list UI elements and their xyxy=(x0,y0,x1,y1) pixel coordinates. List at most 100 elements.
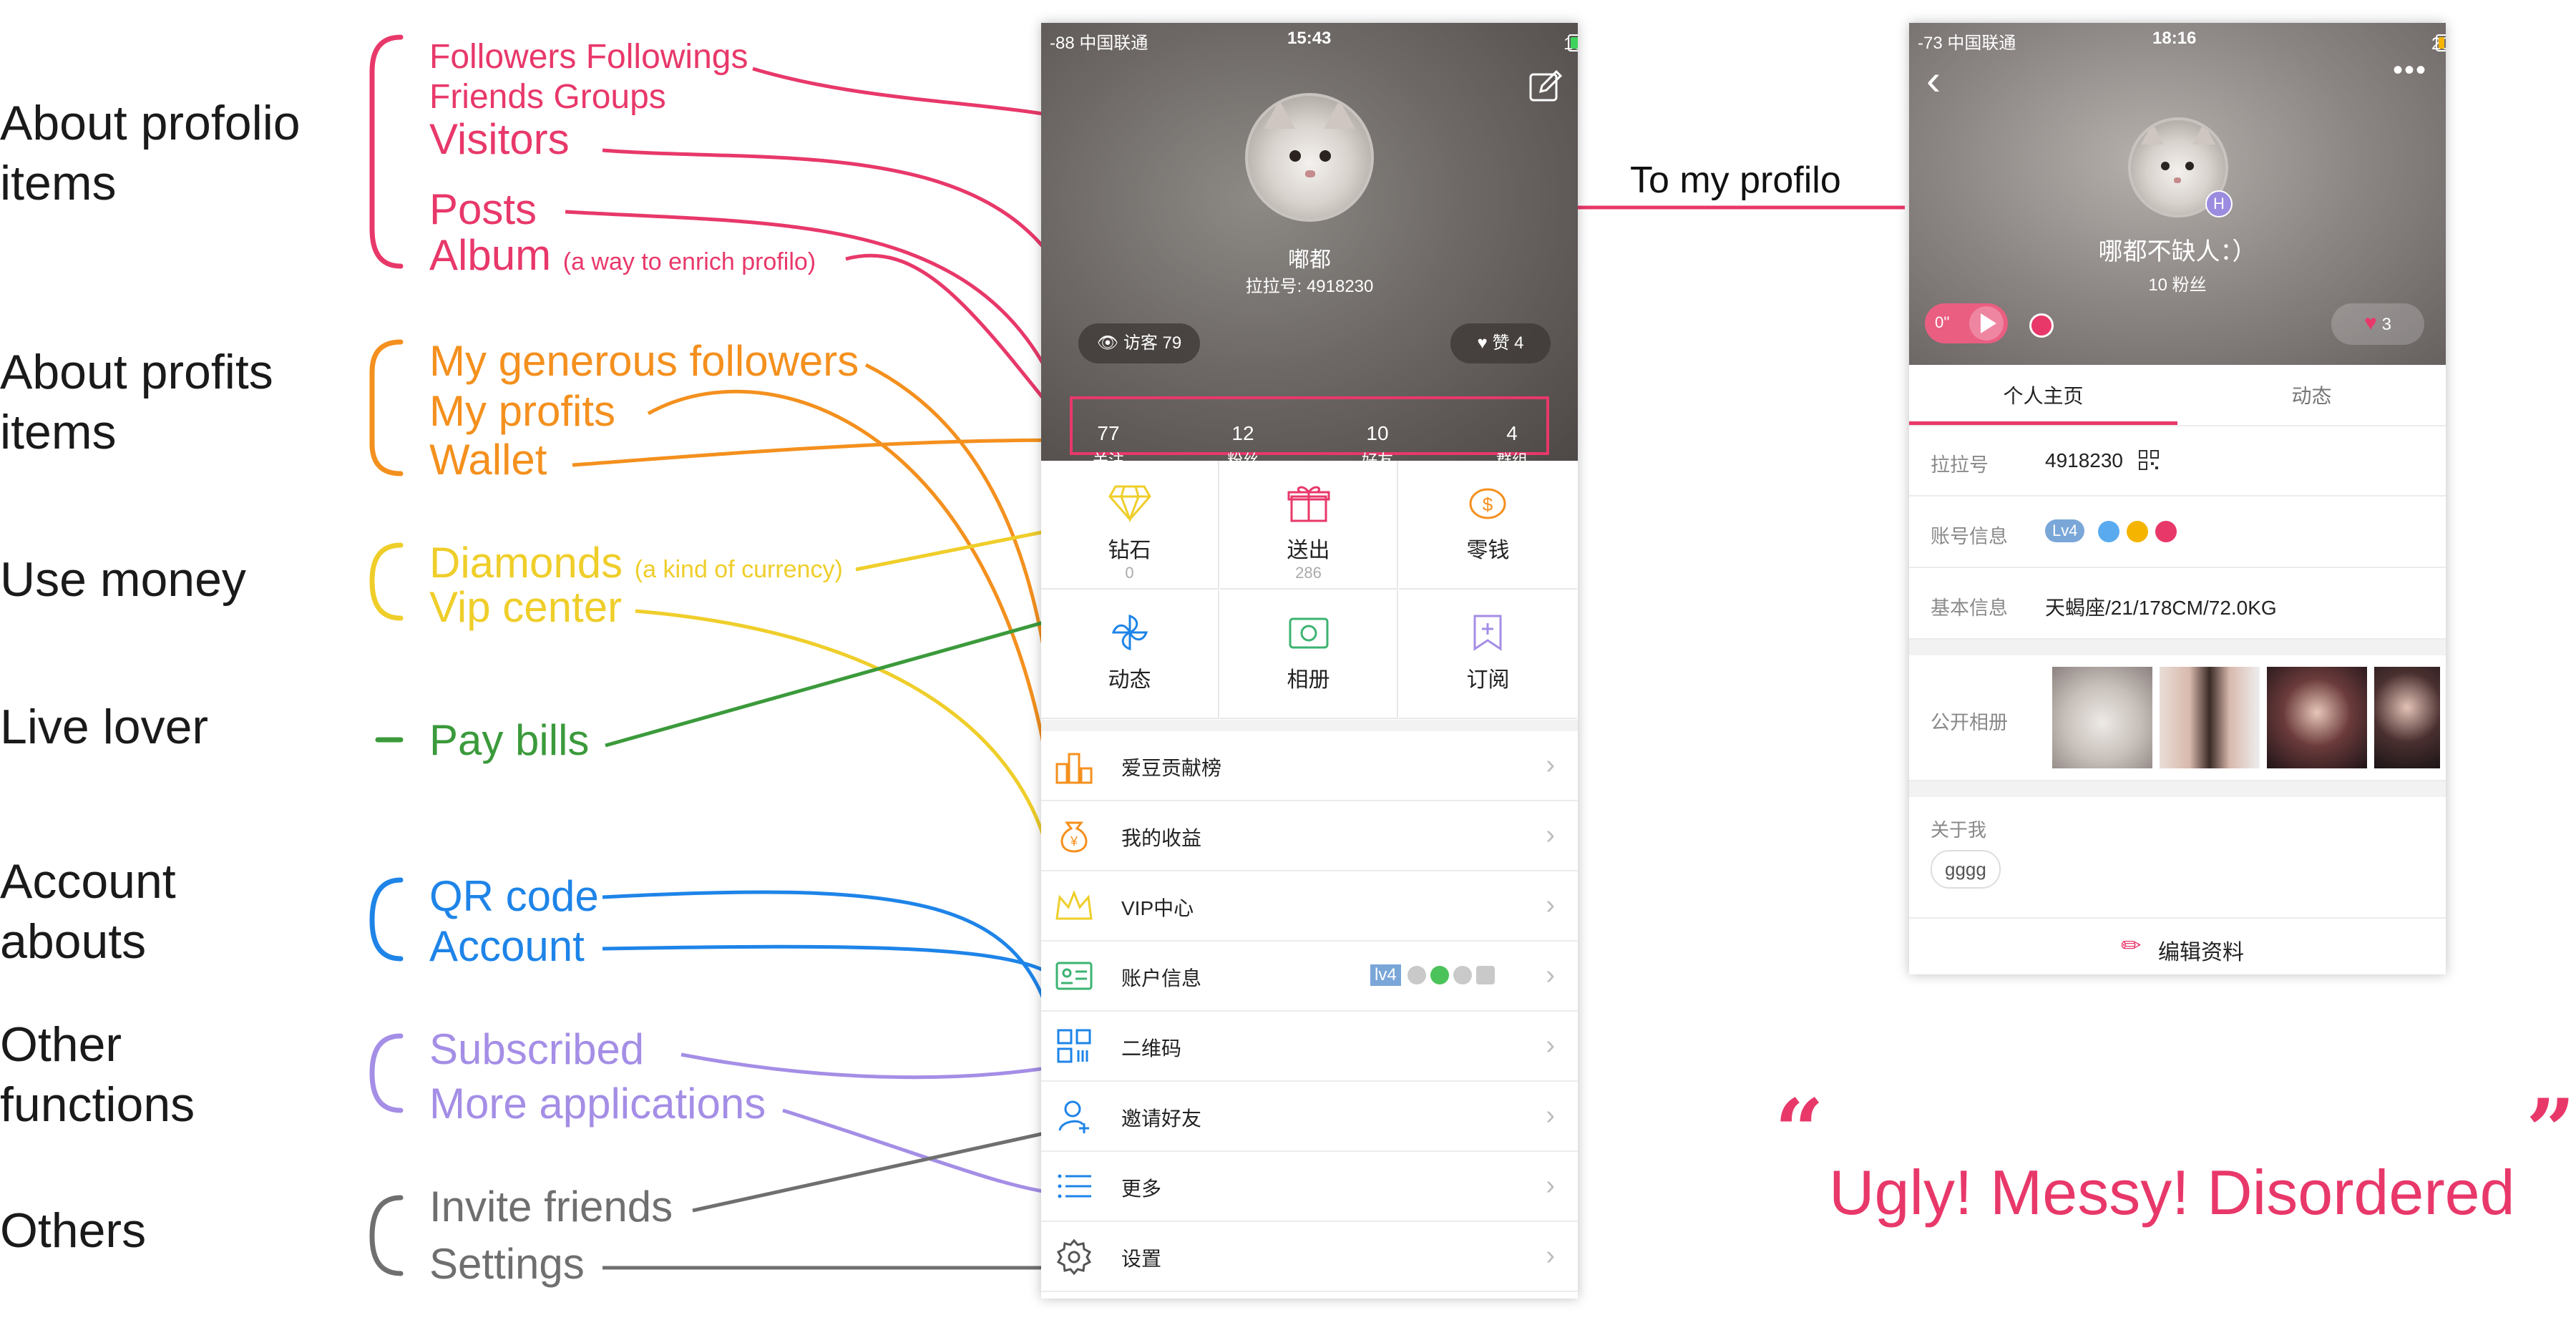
annot-followers: Followers Followings Friends Groups xyxy=(429,38,748,116)
live-badge-icon xyxy=(2155,521,2177,542)
level-badge: lv4 xyxy=(1370,964,1401,986)
grid-album[interactable]: 相册 xyxy=(1220,590,1398,719)
clock: 15:43 xyxy=(1287,29,1332,48)
album-photo[interactable] xyxy=(2160,667,2260,768)
visitors-pill[interactable]: 👁 访客 79 xyxy=(1078,323,1200,363)
more-icon[interactable]: ••• xyxy=(2393,54,2427,87)
pencil-icon: ✏ xyxy=(2121,932,2142,959)
line-generous xyxy=(864,363,1060,766)
grid-moments[interactable]: 动态 xyxy=(1041,590,1219,719)
section-divider xyxy=(1909,640,2446,655)
open-quote: “ xyxy=(1775,1080,1825,1181)
section-divider xyxy=(1041,720,1578,731)
fans-count: 10 粉丝 xyxy=(2148,275,2207,295)
heart-icon: ♥ xyxy=(1477,333,1488,353)
chevron-right-icon: › xyxy=(1546,1170,1555,1201)
profile-id: 拉拉号: 4918230 xyxy=(1245,277,1374,296)
voice-intro[interactable]: 0'' xyxy=(1925,303,2008,343)
row-account-info: 账号信息 Lv4 xyxy=(1909,497,2446,568)
annot-vip: Vip center xyxy=(429,583,623,631)
record-icon[interactable] xyxy=(2029,313,2054,338)
id-card-icon xyxy=(1055,962,1093,990)
annot-account: Account xyxy=(429,922,585,970)
edit-icon[interactable] xyxy=(1526,67,1563,104)
album-photo[interactable] xyxy=(2052,667,2152,768)
line-account xyxy=(602,944,1059,980)
about-me-label: 关于我 xyxy=(1931,819,1987,841)
likes-pill[interactable]: ♥ 赞 4 xyxy=(1450,323,1551,363)
row-earnings[interactable]: ¥ 我的收益 › xyxy=(1041,801,1578,871)
line-profits xyxy=(647,389,1060,839)
wechat-icon xyxy=(1430,966,1449,984)
avatar[interactable] xyxy=(1245,93,1374,222)
grid-subscribe[interactable]: 订阅 xyxy=(1399,590,1577,719)
line-invite xyxy=(692,1128,1058,1213)
phone-profile-page: -73 中国联通 18:16 20% ‹ ••• H 哪都不缺人：） 10 粉丝… xyxy=(1909,23,2446,974)
gender-badge: H xyxy=(2205,190,2233,217)
row-basic-info: 基本信息 天蝎座/21/178CM/72.0KG xyxy=(1909,568,2446,640)
edit-profile-bar[interactable]: ✏ 编辑资料 xyxy=(1909,917,2446,974)
annot-pay-bills: Pay bills xyxy=(429,716,590,764)
close-quote: ” xyxy=(2526,1080,2576,1181)
phone-icon xyxy=(1476,966,1495,984)
line-qr xyxy=(602,890,1060,1050)
carrier-label: -88 中国联通 xyxy=(1050,34,1148,53)
chevron-right-icon: › xyxy=(1546,1100,1555,1130)
row-vip[interactable]: VIP中心 › xyxy=(1041,871,1578,942)
row-invite[interactable]: 邀请好友 › xyxy=(1041,1082,1578,1152)
pinwheel-icon xyxy=(1111,614,1148,651)
about-tag[interactable]: gggg xyxy=(1931,850,2001,889)
grid-sent[interactable]: 送出 286 xyxy=(1220,461,1398,590)
status-bar: -73 中国联通 18:16 20% xyxy=(1909,23,2446,54)
annot-profits: My profits xyxy=(429,387,616,435)
likes-pill[interactable]: ♥ 3 xyxy=(2331,303,2424,345)
mic-icon xyxy=(2098,521,2119,542)
album-photo[interactable] xyxy=(2374,667,2440,768)
annot-album: Album (a way to enrich profilo) xyxy=(429,231,816,279)
money-bag-icon: ¥ xyxy=(1060,821,1088,853)
chevron-right-icon: › xyxy=(1546,890,1555,920)
annot-wallet: Wallet xyxy=(429,436,547,484)
svg-text:$: $ xyxy=(1483,494,1493,515)
verdict-text: Ugly! Messy! Disordered xyxy=(1829,1157,2515,1228)
row-account-info[interactable]: 账户信息 lv4 › xyxy=(1041,942,1578,1012)
row-contribution[interactable]: 爱豆贡献榜 › xyxy=(1041,731,1578,801)
gift-icon xyxy=(1287,486,1330,522)
back-icon[interactable]: ‹ xyxy=(1926,59,1941,102)
gear-icon xyxy=(1056,1238,1092,1275)
bracket-money xyxy=(369,542,404,621)
bracket-others xyxy=(369,1195,404,1276)
clock: 18:16 xyxy=(2152,29,2197,48)
bracket-profolio xyxy=(369,34,404,269)
chevron-right-icon: › xyxy=(1546,960,1555,990)
annot-generous: My generous followers xyxy=(429,337,859,385)
list-icon xyxy=(1058,1174,1091,1198)
grid-change[interactable]: $ 零钱 xyxy=(1399,461,1577,590)
tab-moments[interactable]: 动态 xyxy=(2177,381,2446,409)
album-photo[interactable] xyxy=(2267,667,2367,768)
add-user-icon xyxy=(1058,1100,1089,1133)
tab-profile[interactable]: 个人主页 xyxy=(1909,381,2177,409)
qr-code-icon[interactable] xyxy=(2138,449,2160,471)
annot-posts: Posts xyxy=(429,185,537,233)
section-divider xyxy=(1909,781,2446,797)
annot-settings: Settings xyxy=(429,1240,585,1288)
row-more[interactable]: 更多 › xyxy=(1041,1152,1578,1222)
grid-diamonds[interactable]: 钻石 0 xyxy=(1041,461,1219,590)
chevron-right-icon: › xyxy=(1546,1030,1555,1060)
annot-qr: QR code xyxy=(429,872,599,920)
row-settings[interactable]: 设置 › xyxy=(1041,1222,1578,1292)
annot-visitors: Visitors xyxy=(429,115,570,163)
row-lala-id: 拉拉号 4918230 xyxy=(1909,425,2446,497)
bracket-account xyxy=(369,877,404,962)
row-qr-code[interactable]: 二维码 › xyxy=(1041,1012,1578,1082)
battery-fill xyxy=(1571,37,1578,49)
profile-header: -73 中国联通 18:16 20% ‹ ••• H 哪都不缺人：） 10 粉丝… xyxy=(1909,23,2446,365)
annot-invite: Invite friends xyxy=(429,1183,673,1231)
level-badge: Lv4 xyxy=(2045,519,2085,542)
phone-my-page: -88 中国联通 15:43 100% 嘟都 拉拉号: 4918230 👁 访客… xyxy=(1041,23,1578,1299)
carrier-label: -73 中国联通 xyxy=(1918,34,2016,53)
svg-text:¥: ¥ xyxy=(1070,834,1078,849)
weibo-icon xyxy=(1453,966,1472,984)
bookmark-icon xyxy=(1473,615,1502,651)
